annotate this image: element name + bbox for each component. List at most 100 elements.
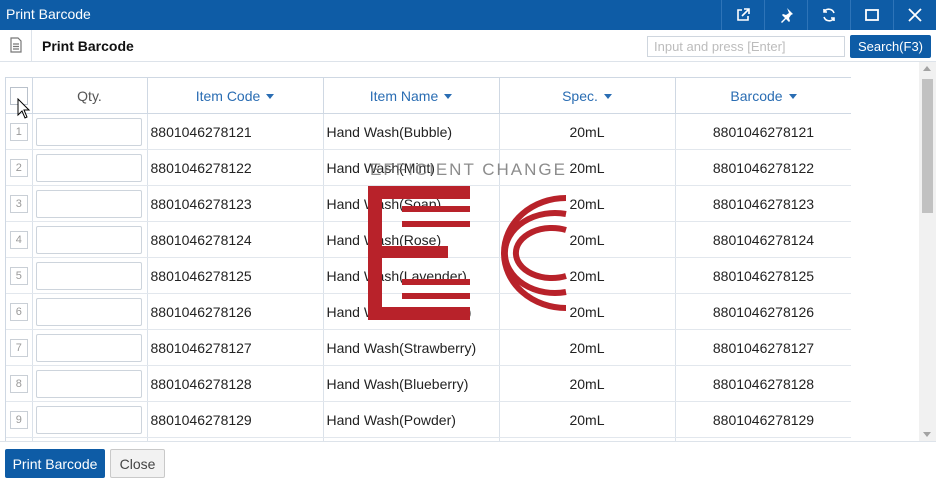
row-number[interactable]: 6 xyxy=(9,303,28,321)
vertical-scrollbar[interactable] xyxy=(919,62,936,441)
scrollbar-thumb[interactable] xyxy=(922,79,933,213)
pin-button[interactable] xyxy=(764,0,806,30)
sort-down-icon[interactable] xyxy=(266,94,275,100)
sort-down-icon[interactable] xyxy=(603,94,612,100)
qty-cell xyxy=(32,113,148,150)
item-name-cell: Hand Wash(Lavender) xyxy=(323,257,500,294)
table-row[interactable]: 2 8801046278122 Hand Wash(Mint) 20mL 8801046… xyxy=(6,149,851,186)
maximize-button[interactable] xyxy=(850,0,892,30)
qty-cell xyxy=(32,401,148,438)
row-number[interactable]: 2 xyxy=(9,159,28,177)
item-name-cell: Hand Wash(Blueberry) xyxy=(323,365,500,402)
row-number-cell[interactable]: 9 xyxy=(6,401,33,438)
qty-input[interactable] xyxy=(35,189,142,218)
row-number[interactable]: 7 xyxy=(9,339,28,357)
row-number[interactable]: 9 xyxy=(9,411,28,429)
barcode-grid: Qty. Item Code Item Name Spec. Barcode 1… xyxy=(5,77,851,441)
qty-input[interactable] xyxy=(35,153,142,182)
toolbar-separator xyxy=(31,30,32,61)
qty-input[interactable] xyxy=(35,117,142,146)
qty-input[interactable] xyxy=(35,333,142,362)
sort-down-icon[interactable] xyxy=(788,94,797,100)
table-body: 1 8801046278121 Hand Wash(Bubble) 20mL 88010… xyxy=(6,113,851,441)
table-row[interactable]: 4 8801046278124 Hand Wash(Rose) 20mL 8801046… xyxy=(6,221,851,258)
spec-cell: 20mL xyxy=(499,329,676,366)
item-code-cell: 8801046278122 xyxy=(147,149,324,186)
close-button[interactable]: Close xyxy=(110,449,165,478)
pin-icon xyxy=(780,8,793,23)
table-row[interactable]: 9 8801046278129 Hand Wash(Powder) 20mL 88010… xyxy=(6,401,851,438)
barcode-cell: 8801046278121 xyxy=(675,113,851,150)
barcode-cell: 8801046278125 xyxy=(675,257,851,294)
row-number[interactable]: 4 xyxy=(9,231,28,249)
toolbar: Print Barcode Search(F3) xyxy=(0,30,936,62)
spec-cell: 20mL xyxy=(499,365,676,402)
sort-down-icon[interactable] xyxy=(444,94,453,100)
search-input[interactable] xyxy=(647,36,845,57)
qty-cell xyxy=(32,329,148,366)
item-name-cell: Hand Wash(Camomile) xyxy=(323,293,500,330)
table-row[interactable]: 3 8801046278123 Hand Wash(Soap) 20mL 8801046… xyxy=(6,185,851,222)
row-number-cell[interactable]: 7 xyxy=(6,329,33,366)
table-row[interactable]: 7 8801046278127 Hand Wash(Strawberry) 20mL 8… xyxy=(6,329,851,366)
page-title: Print Barcode xyxy=(42,38,134,54)
column-header-spec[interactable]: Spec. xyxy=(499,77,676,114)
scroll-up-icon[interactable] xyxy=(923,66,931,71)
row-number-cell[interactable]: 5 xyxy=(6,257,33,294)
search-button[interactable]: Search(F3) xyxy=(850,35,931,58)
table-header-row: Qty. Item Code Item Name Spec. Barcode xyxy=(6,77,851,114)
window-titlebar: Print Barcode xyxy=(0,0,936,30)
qty-input[interactable] xyxy=(35,369,142,398)
row-number-cell[interactable]: 2 xyxy=(6,149,33,186)
scroll-down-icon[interactable] xyxy=(923,432,931,437)
column-header-barcode[interactable]: Barcode xyxy=(675,77,851,114)
mouse-cursor-icon xyxy=(17,98,31,119)
qty-cell xyxy=(32,185,148,222)
row-number-cell[interactable]: 6 xyxy=(6,293,33,330)
spec-cell: 20mL xyxy=(499,257,676,294)
table-row[interactable]: 6 8801046278126 Hand Wash(Camomile) 20mL 880… xyxy=(6,293,851,330)
item-code-cell: 8801046278127 xyxy=(147,329,324,366)
window-title: Print Barcode xyxy=(6,6,91,22)
row-number[interactable]: 1 xyxy=(9,123,28,141)
row-number[interactable]: 3 xyxy=(9,195,28,213)
column-header-item-code[interactable]: Item Code xyxy=(147,77,324,114)
table-row[interactable]: 1 8801046278121 Hand Wash(Bubble) 20mL 88010… xyxy=(6,113,851,150)
external-link-button[interactable] xyxy=(721,0,763,30)
row-number-cell[interactable]: 8 xyxy=(6,365,33,402)
item-name-cell: Hand Wash(Soap) xyxy=(323,185,500,222)
barcode-cell: 8801046278129 xyxy=(675,401,851,438)
item-name-cell: Hand Wash(Bubble) xyxy=(323,113,500,150)
external-link-icon xyxy=(736,8,750,21)
qty-input[interactable] xyxy=(35,225,142,254)
qty-cell xyxy=(32,149,148,186)
table-row[interactable]: 5 8801046278125 Hand Wash(Lavender) 20mL 880… xyxy=(6,257,851,294)
barcode-cell: 8801046278127 xyxy=(675,329,851,366)
spec-cell: 20mL xyxy=(499,221,676,258)
barcode-cell: 8801046278124 xyxy=(675,221,851,258)
column-header-item-name[interactable]: Item Name xyxy=(323,77,500,114)
document-icon xyxy=(10,37,22,53)
item-name-cell: Hand Wash(Mint) xyxy=(323,149,500,186)
row-number-cell[interactable]: 4 xyxy=(6,221,33,258)
footer: Print Barcode Close xyxy=(0,441,936,480)
item-name-cell: Hand Wash(Rose) xyxy=(323,221,500,258)
table-row[interactable]: 8 8801046278128 Hand Wash(Blueberry) 20mL 88… xyxy=(6,365,851,402)
qty-cell xyxy=(32,257,148,294)
spec-cell: 20mL xyxy=(499,149,676,186)
qty-input[interactable] xyxy=(35,405,142,434)
qty-cell xyxy=(32,221,148,258)
row-number[interactable]: 8 xyxy=(9,375,28,393)
item-name-cell: Hand Wash(Strawberry) xyxy=(323,329,500,366)
qty-input[interactable] xyxy=(35,261,142,290)
item-code-cell: 8801046278128 xyxy=(147,365,324,402)
qty-input[interactable] xyxy=(35,297,142,326)
print-barcode-button[interactable]: Print Barcode xyxy=(5,449,105,478)
row-number-cell[interactable]: 3 xyxy=(6,185,33,222)
row-number[interactable]: 5 xyxy=(9,267,28,285)
refresh-button[interactable] xyxy=(807,0,849,30)
column-header-qty: Qty. xyxy=(32,77,148,114)
spec-cell: 20mL xyxy=(499,113,676,150)
item-name-cell: Hand Wash(Powder) xyxy=(323,401,500,438)
close-window-button[interactable] xyxy=(893,0,935,30)
